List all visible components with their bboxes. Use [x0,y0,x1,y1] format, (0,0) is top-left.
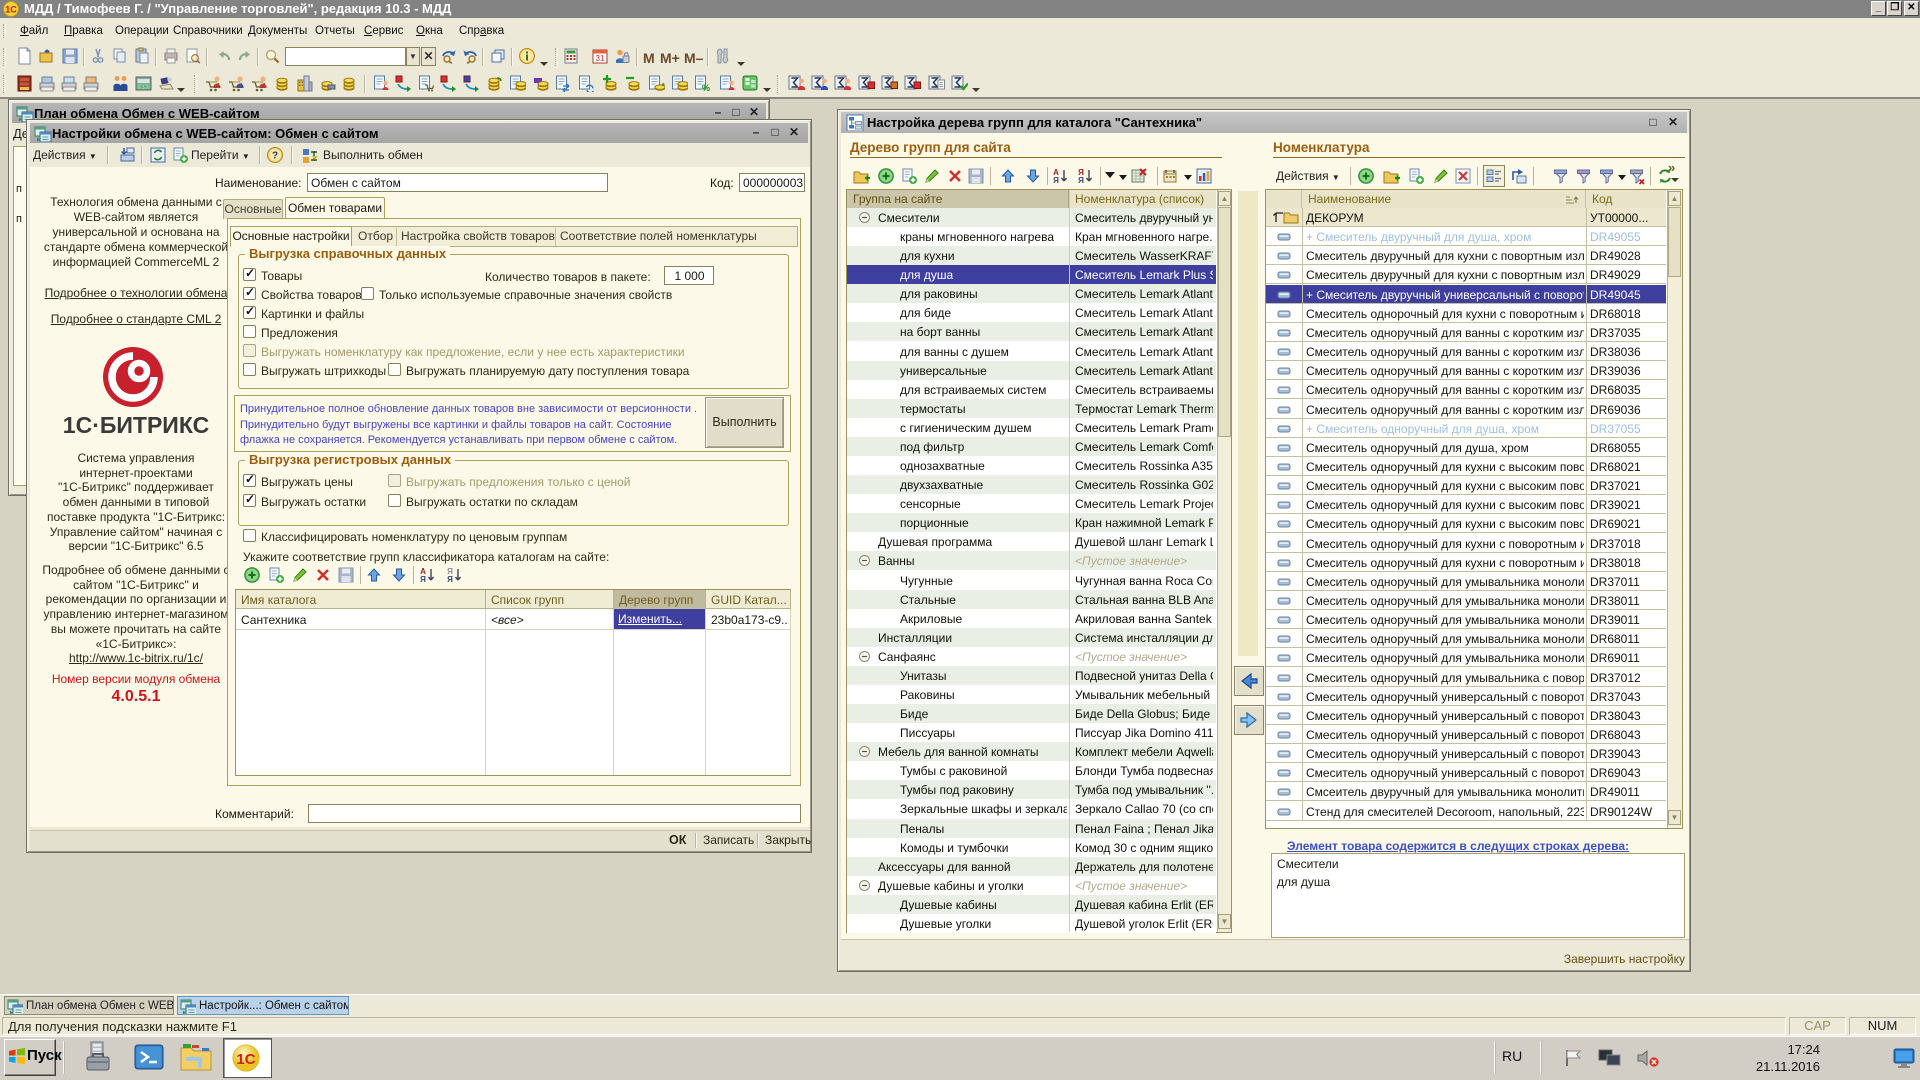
svg-text:1С: 1С [5,5,17,15]
svg-text:Я: Я [447,575,453,584]
svg-text:31: 31 [596,54,605,63]
svg-text:Я: Я [1053,176,1059,185]
svg-text:Я: Я [420,575,426,584]
svg-text:Я: Я [1078,176,1084,185]
svg-text:?: ? [272,151,278,162]
svg-text:%: % [702,83,710,92]
svg-text:1С: 1С [236,1051,255,1068]
